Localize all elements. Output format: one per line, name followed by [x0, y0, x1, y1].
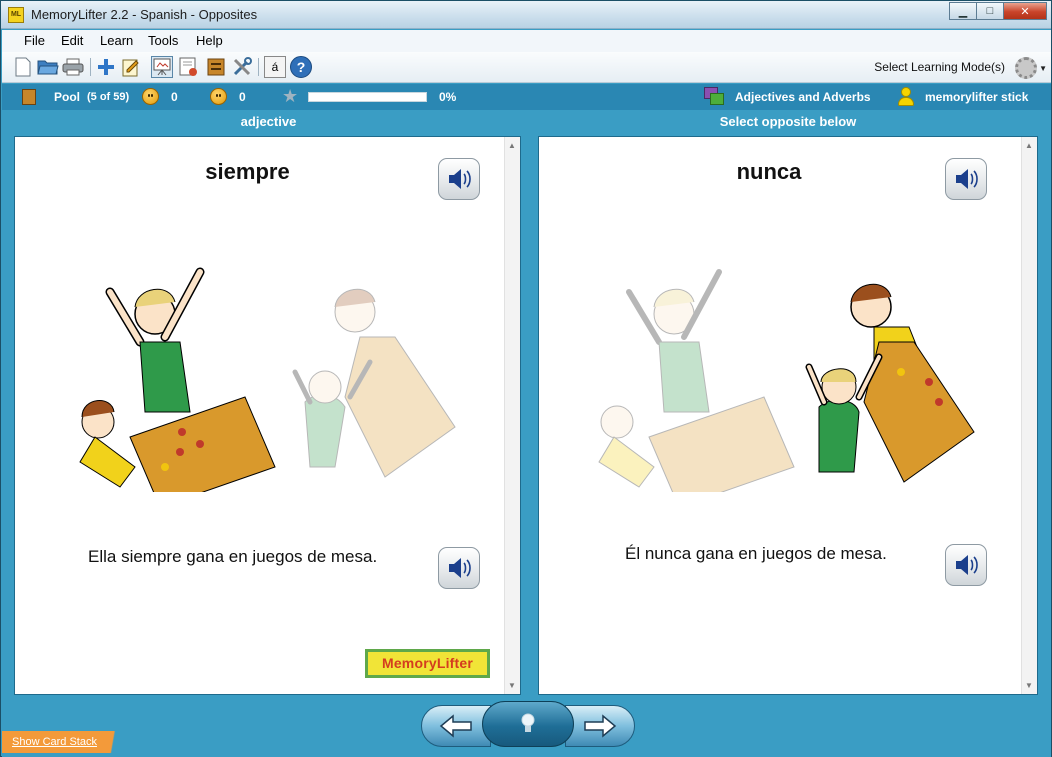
- question-panel: siempre Ella siempre gana en juegos de m…: [14, 136, 521, 695]
- speaker-icon: [956, 169, 978, 189]
- menu-edit[interactable]: Edit: [61, 33, 83, 48]
- stack-icon[interactable]: [205, 56, 227, 78]
- scroll-down-icon[interactable]: ▼: [1025, 681, 1033, 690]
- memorylifter-logo: MemoryLifter: [365, 649, 490, 678]
- answer-sentence: Él nunca gana en juegos de mesa.: [625, 544, 887, 563]
- answer-scrollbar[interactable]: ▲ ▼: [1021, 137, 1037, 694]
- user-name[interactable]: memorylifter stick: [925, 90, 1028, 104]
- menu-bar: File Edit Learn Tools Help: [2, 30, 1051, 52]
- correct-smiley-icon: [142, 88, 159, 105]
- special-char-icon[interactable]: á: [264, 56, 286, 78]
- question-scrollbar[interactable]: ▲ ▼: [504, 137, 520, 694]
- answer-word: nunca: [736, 159, 802, 184]
- user-icon: [897, 87, 915, 107]
- question-illustration: [79, 267, 456, 492]
- toolbar-separator: [90, 58, 91, 76]
- scroll-up-icon[interactable]: ▲: [508, 141, 516, 150]
- category-name[interactable]: Adjectives and Adverbs: [735, 90, 871, 104]
- answer-panel[interactable]: nunca Él nunca gana en juegos de mesa. ▲…: [538, 136, 1038, 695]
- learning-mode-label[interactable]: Select Learning Mode(s): [874, 60, 1005, 74]
- bottom-navigation: Show Card Stack: [2, 697, 1051, 757]
- question-sentence-audio-button[interactable]: [438, 547, 480, 589]
- pool-count: (5 of 59): [87, 91, 130, 103]
- speaker-icon: [956, 555, 978, 575]
- pool-box-icon: [22, 89, 36, 105]
- status-bar: Pool (5 of 59) 0 0 ★ 0% Adjectives and A…: [2, 84, 1051, 110]
- speaker-icon: [449, 558, 471, 578]
- app-window: ML MemoryLifter 2.2 - Spanish - Opposite…: [0, 0, 1052, 757]
- answer-sentence-audio-button[interactable]: [945, 544, 987, 586]
- question-header: adjective: [240, 114, 297, 129]
- next-card-button[interactable]: [565, 705, 635, 747]
- answer-header: Select opposite below: [719, 114, 857, 129]
- menu-help[interactable]: Help: [196, 33, 223, 48]
- answer-illustration: [598, 269, 975, 492]
- tools-icon[interactable]: [231, 56, 253, 78]
- correct-count: 0: [171, 90, 178, 104]
- arrow-left-icon: [439, 714, 472, 738]
- window-title: MemoryLifter 2.2 - Spanish - Opposites: [31, 7, 258, 22]
- menu-tools[interactable]: Tools: [148, 33, 178, 48]
- progress-bar: [308, 92, 427, 102]
- answer-word-audio-button[interactable]: [945, 158, 987, 200]
- menu-file[interactable]: File: [24, 33, 45, 48]
- slideshow-icon[interactable]: [151, 56, 173, 78]
- previous-card-button[interactable]: [421, 705, 491, 747]
- question-sentence: Ella siempre gana en juegos de mesa.: [88, 547, 378, 566]
- gear-icon[interactable]: [1015, 57, 1037, 79]
- wrong-count: 0: [239, 90, 246, 104]
- close-button[interactable]: ✕: [1003, 2, 1047, 20]
- scroll-up-icon[interactable]: ▲: [1025, 141, 1033, 150]
- toolbar: á ? Select Learning Mode(s) ▼: [2, 52, 1051, 83]
- show-card-stack-link[interactable]: Show Card Stack: [2, 731, 130, 753]
- card-view-icon[interactable]: [178, 56, 200, 78]
- question-word: siempre: [205, 159, 290, 184]
- arrow-right-icon: [584, 714, 617, 738]
- add-card-icon[interactable]: [95, 56, 117, 78]
- minimize-button[interactable]: ▁: [949, 2, 977, 20]
- progress-text: 0%: [439, 90, 457, 104]
- edit-notepad-icon[interactable]: [120, 56, 142, 78]
- maximize-button[interactable]: □: [976, 2, 1004, 20]
- pool-label: Pool: [54, 90, 80, 104]
- chevron-down-icon[interactable]: ▼: [1039, 64, 1047, 73]
- print-icon[interactable]: [62, 56, 84, 78]
- window-controls: ▁ □ ✕: [949, 2, 1047, 20]
- hint-button[interactable]: [482, 701, 574, 747]
- app-logo-icon: ML: [8, 7, 24, 23]
- help-icon[interactable]: ?: [290, 56, 312, 78]
- star-icon: ★: [282, 86, 299, 106]
- wrong-smiley-icon: [210, 88, 227, 105]
- title-bar: ML MemoryLifter 2.2 - Spanish - Opposite…: [1, 1, 1051, 29]
- scroll-down-icon[interactable]: ▼: [508, 681, 516, 690]
- toolbar-separator: [258, 58, 259, 76]
- open-folder-icon[interactable]: [37, 56, 59, 78]
- speaker-icon: [449, 169, 471, 189]
- question-word-audio-button[interactable]: [438, 158, 480, 200]
- lightbulb-icon: [521, 713, 535, 732]
- new-document-icon[interactable]: [12, 56, 34, 78]
- category-icon: [704, 87, 724, 105]
- menu-learn[interactable]: Learn: [100, 33, 133, 48]
